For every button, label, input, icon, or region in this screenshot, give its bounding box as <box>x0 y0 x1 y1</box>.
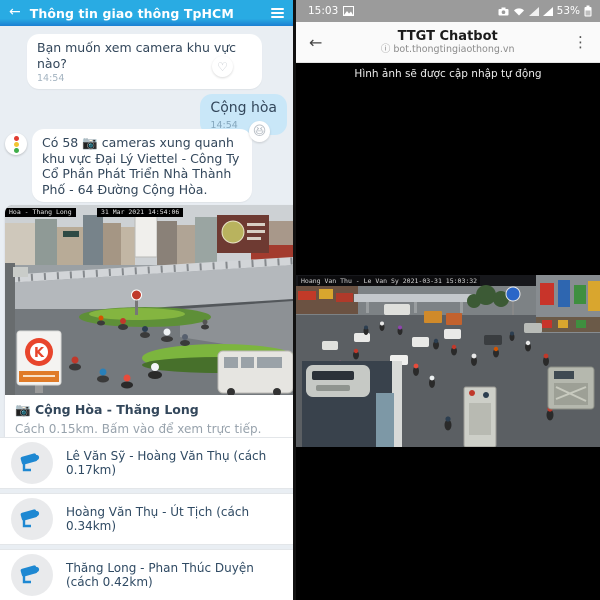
camera-emoji-icon: 📷 <box>15 402 31 417</box>
camera-card-title: Cộng Hòa - Thăng Long <box>34 402 199 417</box>
android-status-bar: 15:03 53% <box>296 0 600 22</box>
battery-icon <box>584 5 592 17</box>
signal-lte-icon <box>528 6 539 16</box>
page-url: bot.thongtingiaothong.vn <box>393 44 515 55</box>
camera-list-item[interactable]: Hoàng Văn Thụ - Út Tịch (cách 0.34km) <box>0 493 293 545</box>
cctv-camera-icon <box>11 442 53 484</box>
right-buildings <box>536 275 600 333</box>
intersection-scene-graphic <box>296 275 600 447</box>
camera-list-item-label: Hoàng Văn Thụ - Út Tịch (cách 0.34km) <box>66 504 250 533</box>
camera-overlay-timestamp: 31 Mar 2021 14:54:06 <box>97 208 184 217</box>
heart-reaction-icon[interactable]: ♡ <box>212 56 233 77</box>
bus-roof <box>302 361 402 447</box>
chat-header: ← Thông tin giao thông TpHCM <box>0 0 293 26</box>
flatbed-truck <box>547 366 595 410</box>
browser-app-pane: 15:03 53% ← TTGT Chatbot ⓘ bot.thongting… <box>296 0 600 600</box>
camera-status-icon <box>498 7 509 15</box>
white-van <box>217 350 293 395</box>
menu-list-icon[interactable] <box>271 8 284 18</box>
laugh-emoji-reaction-icon[interactable]: 😆 <box>249 121 270 142</box>
battery-percent: 53% <box>556 5 580 17</box>
cctv-camera-icon <box>11 554 53 596</box>
chat-app-pane: ← Thông tin giao thông TpHCM Bạn muốn xe… <box>0 0 293 600</box>
camera-list-item-label: Thăng Long - Phan Thúc Duyện (cách 0.42k… <box>66 560 254 589</box>
gallery-icon <box>343 6 355 16</box>
page-title: TTGT Chatbot <box>397 29 498 44</box>
svg-text:K: K <box>34 346 45 361</box>
street-scene-graphic: K <box>5 205 293 395</box>
goods-truck <box>463 386 497 447</box>
nearby-camera-list: Lê Văn Sỹ - Hoàng Văn Thụ (cách 0.17km) … <box>0 437 293 600</box>
live-camera-overlay-text: Hoang Van Thu - Le Van Sy 2021-03-31 15:… <box>298 276 481 286</box>
back-arrow-icon[interactable]: ← <box>9 4 21 20</box>
camera-snapshot-card[interactable]: K Hoa - Thang Long 31 Mar 2021 14:54:06 … <box>5 205 293 445</box>
chat-title: Thông tin giao thông TpHCM <box>29 5 234 21</box>
camera-overlay-location: Hoa - Thang Long <box>5 208 76 217</box>
bot-message-result: Có 58 📷 cameras xung quanh khu vực Đại L… <box>32 129 252 202</box>
wifi-icon <box>513 7 524 15</box>
billboard <box>217 215 269 253</box>
screenshot-composite: ← Thông tin giao thông TpHCM Bạn muốn xe… <box>0 0 600 600</box>
live-camera-image: Hoang Van Thu - Le Van Sy 2021-03-31 15:… <box>296 275 600 447</box>
browser-back-icon[interactable]: ← <box>309 33 322 52</box>
message-text: Có 58 📷 cameras xung quanh khu vực Đại L… <box>42 135 240 197</box>
camera-list-item-label: Lê Văn Sỹ - Hoàng Văn Thụ (cách 0.17km) <box>66 448 267 477</box>
camera-card-subtitle: Cách 0.15km. Bấm vào để xem trực tiếp. <box>15 422 262 436</box>
browser-header: ← TTGT Chatbot ⓘ bot.thongtingiaothong.v… <box>296 22 600 63</box>
status-time: 15:03 <box>308 5 339 17</box>
address-area[interactable]: TTGT Chatbot ⓘ bot.thongtingiaothong.vn <box>322 29 573 55</box>
auto-update-notice: Hình ảnh sẽ được cập nhập tự động <box>354 68 542 80</box>
signal-icon <box>542 6 553 16</box>
bot-avatar-traffic-light-icon <box>5 133 27 155</box>
info-icon: ⓘ <box>380 44 391 55</box>
left-shops <box>296 286 358 314</box>
message-text: Cộng hòa <box>210 100 277 116</box>
cctv-camera-icon <box>11 498 53 540</box>
overflow-menu-icon[interactable]: ⋮ <box>573 33 588 51</box>
circle-k-sign: K <box>16 330 62 393</box>
camera-list-item[interactable]: Thăng Long - Phan Thúc Duyện (cách 0.42k… <box>0 549 293 600</box>
camera-list-item[interactable]: Lê Văn Sỹ - Hoàng Văn Thụ (cách 0.17km) <box>0 437 293 489</box>
camera-snapshot-image[interactable]: K Hoa - Thang Long 31 Mar 2021 14:54:06 <box>5 205 293 395</box>
